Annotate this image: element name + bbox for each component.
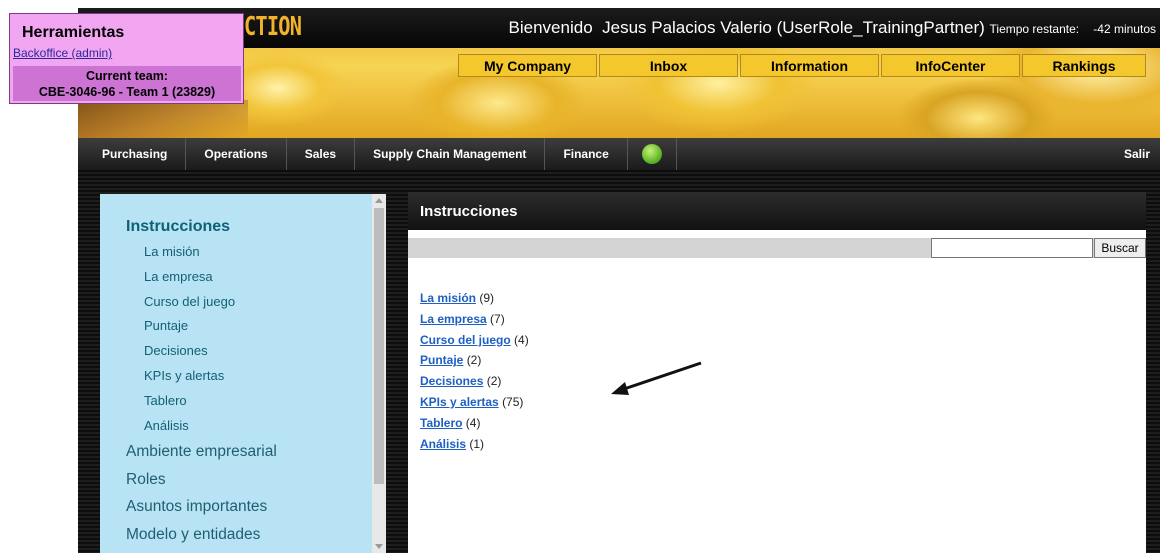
nav-sales[interactable]: Sales [287,138,356,170]
scroll-thumb[interactable] [374,208,384,484]
tab-my-company[interactable]: My Company [458,54,597,77]
section-nav: Purchasing Operations Sales Supply Chain… [78,138,1160,170]
nav-purchasing[interactable]: Purchasing [78,138,187,170]
toc-item-decisiones[interactable]: Decisiones [144,341,277,366]
toc-item-la-mision[interactable]: La misión [144,242,277,267]
backoffice-link[interactable]: Backoffice (admin) [13,46,112,60]
tools-title: Herramientas [22,24,125,41]
arrow-icon [611,361,702,395]
toc-item-la-empresa[interactable]: La empresa [144,267,277,292]
user-name: Jesus Palacios Valerio (UserRole_Trainin… [602,18,985,37]
welcome-label: Bienvenido [508,18,593,37]
nav-supply-chain-management[interactable]: Supply Chain Management [355,138,546,170]
toc-item-ambiente-empresarial[interactable]: Ambiente empresarial [126,440,277,468]
tools-popup: Herramientas Backoffice (admin) Current … [9,13,244,104]
toc-item-modelo-y-entidades[interactable]: Modelo y entidades [126,523,277,551]
scroll-up-icon[interactable] [375,198,383,203]
toc-item-puntaje[interactable]: Puntaje [144,316,277,341]
welcome-message: Bienvenido Jesus Palacios Valerio (UserR… [509,18,1156,38]
team-value: CBE-3046-96 - Team 1 (23829) [38,85,216,99]
toc: Instrucciones La misión La empresa Curso… [126,218,277,550]
toc-item-analisis[interactable]: Análisis [144,416,277,441]
toc-heading[interactable]: Instrucciones [126,218,277,236]
toc-scrollbar[interactable] [372,194,386,553]
banner-image [78,100,248,138]
toc-item-curso-del-juego[interactable]: Curso del juego [144,292,277,317]
logout-link[interactable]: Salir [1124,138,1150,170]
content-panel: Instrucciones Buscar La misión (9) La em… [408,192,1146,553]
nav-finance[interactable]: Finance [545,138,628,170]
time-value: -42 minutos [1093,22,1156,36]
tab-rankings[interactable]: Rankings [1022,54,1146,77]
toc-item-asuntos-importantes[interactable]: Asuntos importantes [126,495,277,523]
tab-inbox[interactable]: Inbox [599,54,738,77]
scroll-down-icon[interactable] [375,544,383,549]
logo: CTION [244,12,302,42]
top-nav: My Company Inbox Information InfoCenter … [458,54,1146,79]
toc-item-tablero[interactable]: Tablero [144,391,277,416]
status-light-icon [641,144,662,164]
toc-item-kpis[interactable]: KPIs y alertas [144,366,277,391]
nav-operations[interactable]: Operations [186,138,287,170]
status-indicator [628,138,677,170]
toc-item-roles[interactable]: Roles [126,468,277,496]
current-team: Current team: CBE-3046-96 - Team 1 (2382… [13,66,241,101]
team-label: Current team: [86,69,168,83]
toc-panel: Instrucciones La misión La empresa Curso… [100,194,372,553]
tab-information[interactable]: Information [740,54,879,77]
time-label: Tiempo restante: [989,22,1080,36]
tab-infocenter[interactable]: InfoCenter [881,54,1020,77]
